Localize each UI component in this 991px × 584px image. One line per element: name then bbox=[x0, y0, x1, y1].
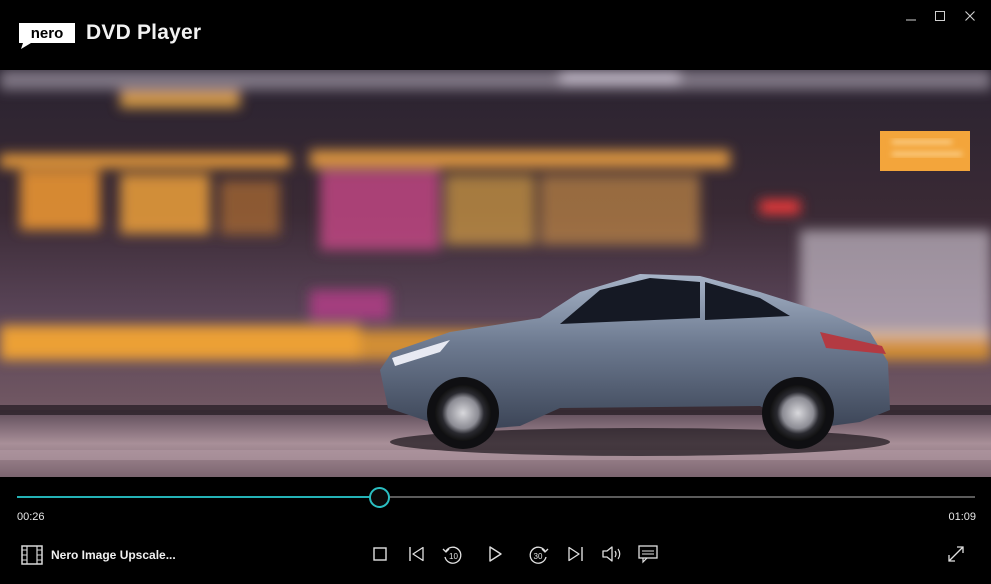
video-image bbox=[0, 70, 991, 477]
close-icon bbox=[965, 11, 975, 21]
app-title: DVD Player bbox=[86, 21, 202, 44]
control-row: Nero Image Upscale... 10 30 bbox=[0, 541, 991, 569]
minimize-icon bbox=[906, 19, 916, 21]
forward-30-button[interactable]: 30 bbox=[526, 541, 552, 567]
current-time: 00:26 bbox=[17, 511, 45, 523]
svg-text:10: 10 bbox=[449, 552, 458, 561]
stop-icon bbox=[373, 547, 387, 561]
forward-30-icon: 30 bbox=[529, 546, 549, 564]
title-bar: nero DVD Player bbox=[0, 0, 991, 70]
volume-button[interactable] bbox=[599, 541, 625, 567]
nero-logo: nero bbox=[17, 21, 77, 50]
volume-icon bbox=[602, 546, 621, 562]
fullscreen-button[interactable] bbox=[943, 541, 969, 567]
close-button[interactable] bbox=[961, 7, 979, 25]
next-button[interactable] bbox=[563, 541, 589, 567]
film-icon bbox=[21, 545, 43, 570]
total-time: 01:09 bbox=[948, 511, 976, 523]
skip-previous-icon bbox=[409, 546, 424, 562]
play-button[interactable] bbox=[482, 541, 508, 567]
seek-progress bbox=[17, 496, 380, 498]
maximize-button[interactable] bbox=[931, 7, 949, 25]
maximize-icon bbox=[935, 11, 945, 21]
media-title: Nero Image Upscale... bbox=[51, 548, 176, 562]
stop-button[interactable] bbox=[367, 541, 393, 567]
seek-thumb[interactable] bbox=[369, 487, 391, 508]
rewind-10-button[interactable]: 10 bbox=[439, 541, 465, 567]
fullscreen-icon bbox=[948, 546, 964, 562]
seek-bar[interactable] bbox=[17, 487, 975, 508]
player-controls: 00:26 01:09 Nero Image Upscale... 10 30 bbox=[0, 477, 991, 584]
subtitles-button[interactable] bbox=[635, 541, 661, 567]
skip-next-icon bbox=[568, 546, 583, 562]
video-frame[interactable] bbox=[0, 70, 991, 477]
previous-button[interactable] bbox=[403, 541, 429, 567]
svg-text:nero: nero bbox=[31, 25, 64, 42]
play-icon bbox=[489, 546, 502, 562]
rewind-10-icon: 10 bbox=[442, 546, 462, 564]
svg-text:30: 30 bbox=[534, 552, 543, 561]
subtitles-icon bbox=[638, 545, 658, 564]
minimize-button[interactable] bbox=[902, 7, 920, 25]
